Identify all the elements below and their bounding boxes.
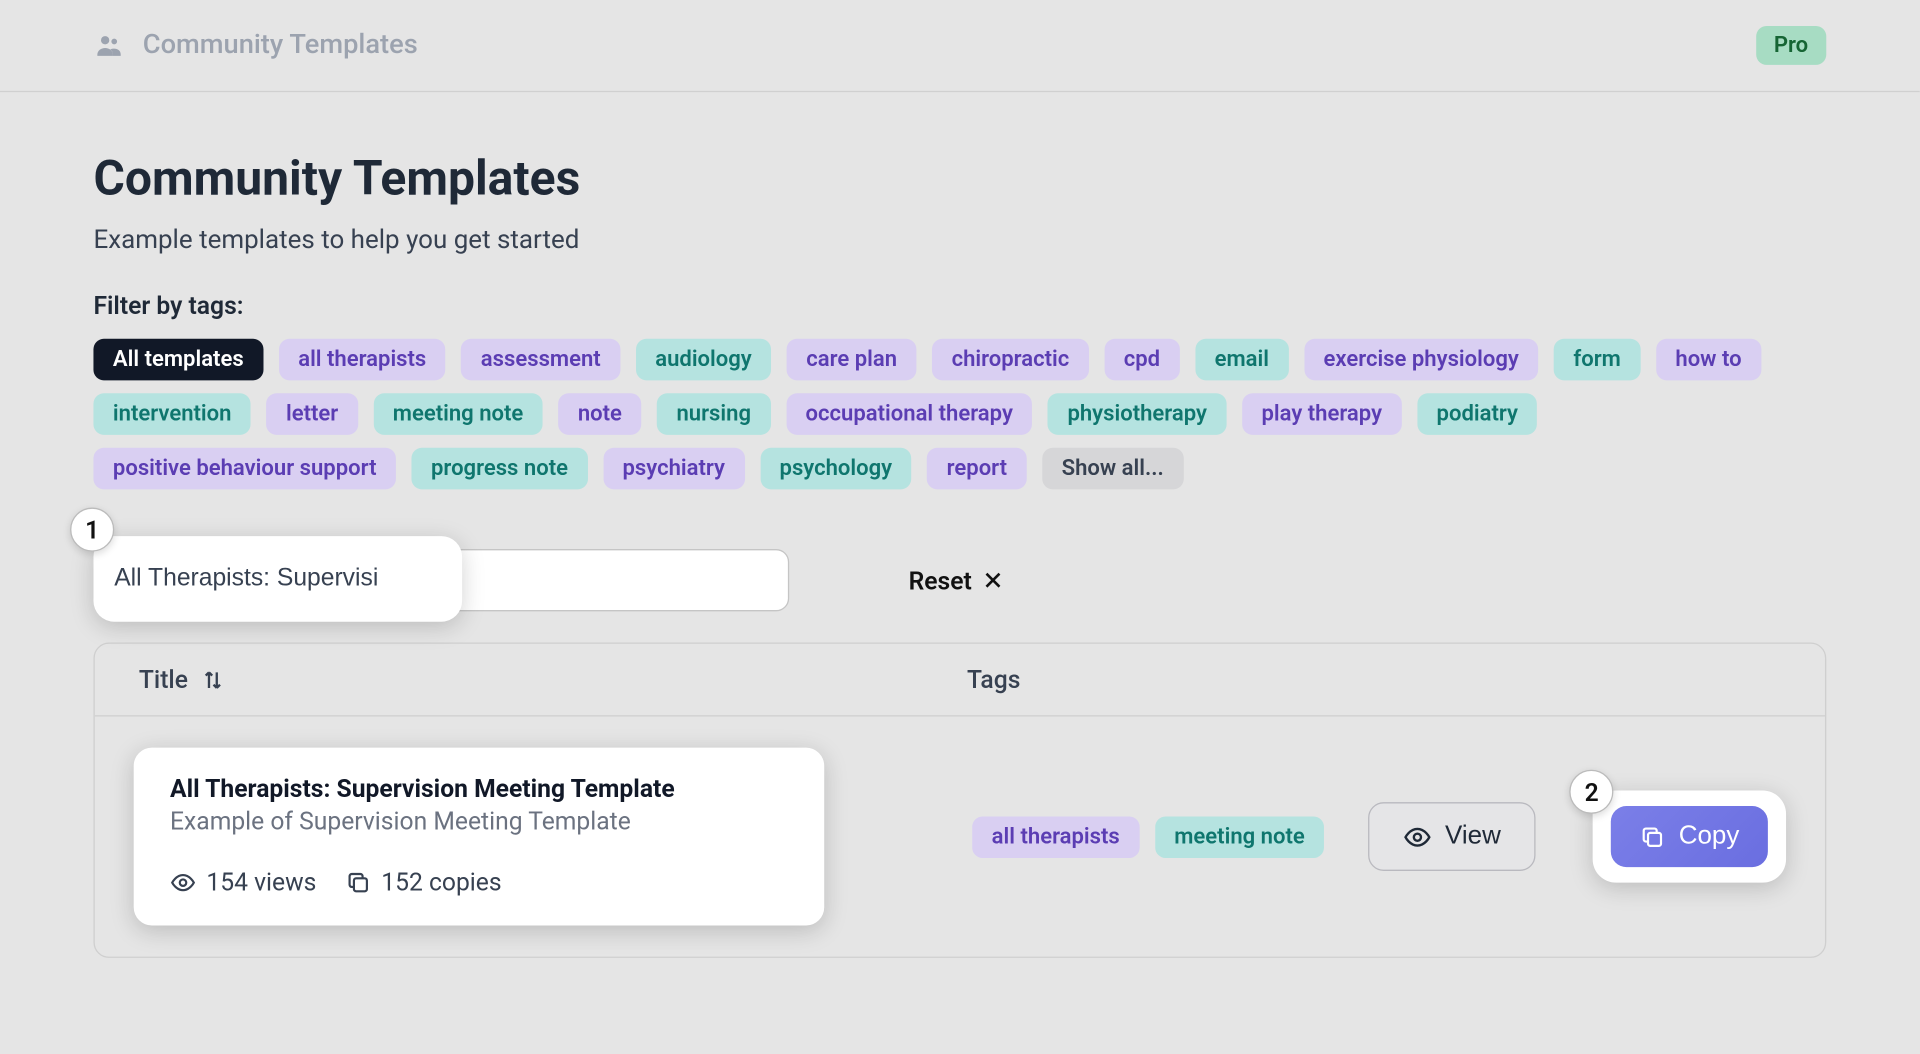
copy-icon	[345, 869, 371, 895]
pro-badge: Pro	[1756, 26, 1827, 65]
filter-tag[interactable]: meeting note	[373, 393, 542, 435]
filter-tag[interactable]: exercise physiology	[1304, 339, 1538, 381]
eye-icon	[1404, 822, 1433, 851]
copy-button-highlight: 2 Copy	[1593, 790, 1786, 882]
template-tag[interactable]: all therapists	[972, 816, 1139, 858]
copy-button[interactable]: Copy	[1611, 806, 1768, 867]
copy-icon	[1640, 824, 1666, 850]
search-input[interactable]	[93, 549, 436, 609]
filter-tag[interactable]: intervention	[93, 393, 251, 435]
filter-tag[interactable]: audiology	[636, 339, 771, 381]
filter-tag[interactable]: progress note	[412, 448, 588, 490]
template-card[interactable]: All Therapists: Supervision Meeting Temp…	[134, 748, 825, 926]
filter-tag[interactable]: all therapists	[279, 339, 446, 381]
filter-tag[interactable]: form	[1554, 339, 1640, 381]
filter-tag[interactable]: Show all...	[1042, 448, 1183, 490]
tag-filter-list: All templates all therapists assessment aud…	[93, 339, 1826, 490]
step-badge-1: 1	[70, 508, 114, 552]
page-subtitle: Example templates to help you get starte…	[93, 223, 1826, 254]
filter-tag[interactable]: how to	[1656, 339, 1761, 381]
filter-tag[interactable]: podiatry	[1417, 393, 1537, 435]
filter-tag[interactable]: note	[558, 393, 641, 435]
table-row: All Therapists: Supervision Meeting Temp…	[95, 716, 1825, 956]
template-title: All Therapists: Supervision Meeting Temp…	[170, 774, 788, 804]
templates-table: Title Tags All Therapists: Supervision M…	[93, 643, 1826, 958]
filter-tag[interactable]: cpd	[1104, 339, 1179, 381]
template-subtitle: Example of Supervision Meeting Template	[170, 806, 788, 836]
reset-button[interactable]: Reset	[909, 565, 1003, 595]
filter-label: Filter by tags:	[93, 291, 1826, 321]
view-button[interactable]: View	[1368, 802, 1535, 871]
template-tag[interactable]: meeting note	[1155, 816, 1324, 858]
filter-tag[interactable]: play therapy	[1242, 393, 1401, 435]
filter-tag[interactable]: care plan	[787, 339, 917, 381]
views-stat: 154 views	[170, 867, 316, 897]
filter-tag[interactable]: psychiatry	[603, 448, 744, 490]
filter-tag[interactable]: report	[927, 448, 1026, 490]
breadcrumb: Community Templates	[143, 30, 418, 61]
row-tags: all therapists meeting note	[972, 816, 1324, 858]
step-badge-2: 2	[1570, 770, 1614, 814]
page-title: Community Templates	[93, 152, 1826, 208]
filter-tag[interactable]: psychology	[760, 448, 912, 490]
copies-stat: 152 copies	[345, 867, 502, 897]
search-input-highlight: 1	[93, 536, 462, 622]
filter-tag[interactable]: letter	[267, 393, 358, 435]
filter-tag[interactable]: assessment	[461, 339, 620, 381]
column-header-title[interactable]: Title	[139, 665, 967, 695]
filter-tag[interactable]: nursing	[657, 393, 770, 435]
filter-tag[interactable]: chiropractic	[932, 339, 1089, 381]
close-icon	[982, 570, 1003, 591]
people-icon	[93, 30, 124, 61]
eye-icon	[170, 869, 196, 895]
filter-tag[interactable]: All templates	[93, 339, 263, 381]
filter-tag[interactable]: occupational therapy	[786, 393, 1032, 435]
filter-tag[interactable]: positive behaviour support	[93, 448, 396, 490]
filter-tag[interactable]: physiotherapy	[1048, 393, 1226, 435]
column-header-tags: Tags	[967, 665, 1020, 695]
sort-icon	[201, 668, 224, 691]
filter-tag[interactable]: email	[1195, 339, 1288, 381]
reset-label: Reset	[909, 565, 972, 595]
